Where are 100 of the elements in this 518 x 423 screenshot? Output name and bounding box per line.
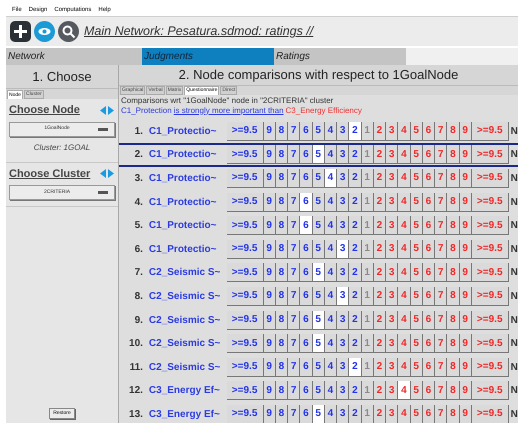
comparison-row[interactable]: 11. C2_Seismic S~ >=9.5 9 8 7 6 5 4 3 2 1 2 3 4 5 6 7 8 9 >=9.5 N	[119, 355, 518, 380]
scale-button[interactable]: >=9.5	[226, 334, 264, 354]
scale-button[interactable]: 7	[435, 310, 448, 330]
scale-button[interactable]: 3	[337, 286, 350, 306]
scale-button[interactable]: 8	[447, 358, 460, 377]
scale-button[interactable]: 8	[276, 334, 288, 354]
scale-button[interactable]: 8	[276, 286, 288, 306]
scale-button[interactable]: >=9.5	[226, 168, 264, 188]
scale-button[interactable]: 8	[447, 216, 460, 236]
scale-button[interactable]: 7	[435, 192, 448, 212]
scale-button[interactable]: 6	[422, 145, 436, 164]
scale-button[interactable]: 8	[276, 240, 288, 259]
scale-button[interactable]: 3	[337, 334, 350, 354]
scale-button[interactable]: 2	[374, 358, 386, 377]
scale-button[interactable]: 2	[349, 334, 362, 354]
scale-button[interactable]: 4	[324, 122, 338, 141]
scale-button[interactable]: 5	[410, 122, 423, 141]
scale-button[interactable]: 3	[386, 358, 398, 377]
scale-button[interactable]: 8	[276, 192, 288, 212]
scale-button[interactable]: 8	[447, 404, 460, 423]
scale-button[interactable]: 8	[276, 381, 288, 400]
scale-button[interactable]: 5	[312, 286, 325, 306]
comparison-row[interactable]: 2. C1_Protectio~ >=9.5 9 8 7 6 5 4 3 2 1 2 3 4 5 6 7 8 9 >=9.5 N	[119, 143, 518, 167]
scale-button[interactable]: 7	[435, 168, 448, 188]
scale-button[interactable]: 3	[337, 240, 350, 259]
scale-button[interactable]: 4	[324, 168, 338, 188]
scale-button[interactable]: N	[508, 360, 518, 375]
scale-button[interactable]: N	[508, 406, 518, 422]
scale-button[interactable]: 2	[374, 334, 386, 354]
comparison-row[interactable]: 5. C1_Protectio~ >=9.5 9 8 7 6 5 4 3 2 1 2 3 4 5 6 7 8 9 >=9.5 N	[119, 214, 518, 238]
scale-button[interactable]: 2	[374, 381, 386, 400]
scale-button[interactable]: 8	[276, 404, 288, 423]
scale-button[interactable]: 7	[435, 122, 448, 141]
scale-button[interactable]: 2	[349, 358, 362, 377]
scale-button[interactable]: 4	[324, 263, 338, 282]
comparison-row[interactable]: 9. C2_Seismic S~ >=9.5 9 8 7 6 5 4 3 2 1 2 3 4 5 6 7 8 9 >=9.5 N	[119, 308, 518, 332]
scale-button[interactable]: 3	[386, 145, 398, 164]
comparison-row[interactable]: 13. C3_Energy Ef~ >=9.5 9 8 7 6 5 4 3 2 1 2 3 4 5 6 7 8 9 >=9.5 N	[119, 402, 518, 423]
scale-button[interactable]: >=9.5	[226, 404, 264, 423]
scale-button[interactable]: 4	[324, 216, 338, 236]
scale-button[interactable]: >=9.5	[226, 122, 264, 141]
scale-button[interactable]: 5	[410, 310, 423, 330]
scale-button[interactable]: 2	[374, 192, 386, 212]
add-icon[interactable]	[10, 21, 31, 42]
scale-button[interactable]: >=9.5	[226, 145, 264, 164]
scale-button[interactable]: N	[508, 288, 518, 304]
scale-button[interactable]: 7	[288, 310, 300, 330]
scale-button[interactable]: 9	[264, 263, 276, 282]
scale-button[interactable]: N	[508, 218, 518, 234]
scale-button[interactable]: 6	[422, 192, 436, 212]
scale-button[interactable]: 6	[300, 310, 313, 330]
scale-button[interactable]: N	[508, 265, 518, 280]
scale-button[interactable]: 7	[435, 404, 448, 423]
search-icon[interactable]	[58, 21, 79, 42]
scale-button[interactable]: 5	[410, 286, 423, 306]
scale-button[interactable]: 9	[460, 192, 472, 212]
scale-button[interactable]: 6	[422, 122, 436, 141]
scale-button[interactable]: 5	[312, 334, 325, 354]
scale-button[interactable]: 9	[264, 334, 276, 354]
comparison-row[interactable]: 12. C3_Energy Ef~ >=9.5 9 8 7 6 5 4 3 2 1 2 3 4 5 6 7 8 9 >=9.5 N	[119, 379, 518, 403]
scale-button[interactable]: 6	[422, 310, 436, 330]
scale-button[interactable]: 9	[460, 216, 472, 236]
scale-button[interactable]: 6	[422, 263, 436, 282]
scale-button[interactable]: 6	[300, 145, 313, 164]
scale-button[interactable]: >=9.5	[226, 263, 264, 282]
scale-button[interactable]: 2	[374, 240, 386, 259]
scale-button[interactable]: 9	[460, 240, 472, 259]
scale-button[interactable]: 2	[349, 192, 362, 212]
scale-button[interactable]: 3	[386, 240, 398, 259]
scale-button[interactable]: 4	[398, 286, 411, 306]
scale-button[interactable]: 6	[300, 216, 313, 236]
comparison-row[interactable]: 3. C1_Protectio~ >=9.5 9 8 7 6 5 4 3 2 1 2 3 4 5 6 7 8 9 >=9.5 N	[119, 166, 518, 190]
scale-button[interactable]: 6	[300, 334, 313, 354]
scale-button[interactable]: 8	[447, 192, 460, 212]
scale-button[interactable]: 3	[337, 145, 350, 164]
scale-button[interactable]: 7	[288, 122, 300, 141]
scale-button[interactable]: 3	[337, 381, 350, 400]
scale-button[interactable]: 5	[312, 404, 325, 423]
scale-button[interactable]: 6	[422, 240, 436, 259]
scale-button[interactable]: >=9.5	[472, 358, 509, 377]
scale-button[interactable]: >=9.5	[472, 192, 509, 212]
scale-button[interactable]: 2	[374, 286, 386, 306]
scale-button[interactable]: 6	[300, 286, 313, 306]
tab[interactable]: Ratings	[274, 48, 406, 65]
prev-next-arrows-icon[interactable]	[99, 169, 115, 178]
scale-button[interactable]: 9	[264, 216, 276, 236]
scale-button[interactable]: 8	[447, 381, 460, 400]
scale-button[interactable]: 3	[337, 192, 350, 212]
comparison-row[interactable]: 7. C2_Seismic S~ >=9.5 9 8 7 6 5 4 3 2 1 2 3 4 5 6 7 8 9 >=9.5 N	[119, 261, 518, 285]
scale-button[interactable]: 2	[349, 310, 362, 330]
scale-button[interactable]: 5	[312, 192, 325, 212]
scale-button[interactable]: 4	[324, 404, 338, 423]
scale-button[interactable]: 2	[374, 310, 386, 330]
scale-button[interactable]: 7	[435, 358, 448, 377]
scale-button[interactable]: N	[508, 124, 518, 139]
scale-button[interactable]: 6	[422, 168, 436, 188]
scale-button[interactable]: >=9.5	[472, 240, 509, 259]
scale-button[interactable]: 4	[398, 216, 411, 236]
scale-button[interactable]: >=9.5	[472, 334, 509, 354]
scale-button[interactable]: 6	[300, 404, 313, 423]
